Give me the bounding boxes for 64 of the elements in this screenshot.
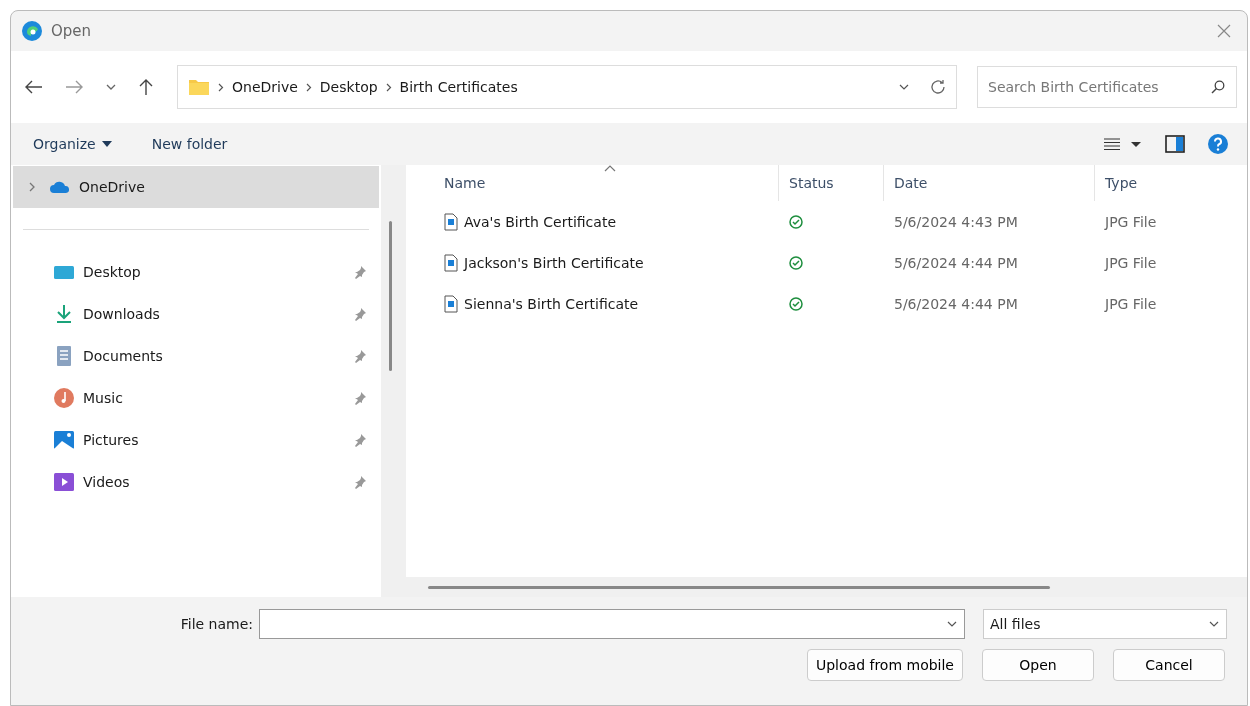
organize-button[interactable]: Organize — [25, 134, 120, 154]
sidebar-item[interactable]: Videos — [11, 461, 381, 503]
window-title: Open — [51, 22, 92, 40]
file-type-dropdown[interactable]: All files — [983, 609, 1227, 639]
desktop-icon — [53, 264, 75, 280]
pin-icon — [353, 265, 367, 279]
pin-icon — [353, 433, 367, 447]
search-icon — [1211, 80, 1225, 94]
preview-pane-icon[interactable] — [1165, 135, 1185, 153]
file-name-cell[interactable]: Jackson's Birth Certificate — [434, 253, 779, 272]
music-icon — [53, 388, 75, 408]
image-file-icon — [444, 253, 458, 272]
file-name-field[interactable] — [259, 609, 965, 639]
chevron-right-icon[interactable] — [27, 182, 37, 192]
file-name-cell[interactable]: Ava's Birth Certificate — [434, 212, 779, 231]
column-header[interactable]: Date — [884, 165, 1095, 201]
pin-icon — [353, 475, 367, 489]
file-name-label: File name: — [180, 616, 253, 632]
sidebar-item[interactable]: OneDrive — [13, 166, 379, 208]
refresh-icon[interactable] — [930, 79, 946, 95]
breadcrumb[interactable]: OneDrive — [232, 79, 298, 95]
date-cell-text: 5/6/2024 4:43 PM — [893, 213, 1019, 230]
type-cell-text: JPG File — [1103, 295, 1158, 312]
search-field[interactable]: Search Birth Certificates — [977, 66, 1237, 108]
file-name-cell[interactable]: Sienna's Birth Certificate — [434, 294, 779, 313]
chevron-right-icon — [218, 82, 224, 92]
chevron-right-icon — [385, 82, 392, 92]
dialog-button[interactable]: Upload from mobile — [806, 649, 963, 681]
scrollbar-thumb[interactable] — [428, 586, 1050, 589]
column-header[interactable]: Name — [434, 165, 779, 201]
help-icon[interactable] — [1207, 133, 1229, 155]
dialog-button[interactable]: Cancel — [1113, 649, 1225, 681]
breadcrumb[interactable]: Desktop — [319, 79, 378, 95]
pin-icon — [353, 349, 367, 363]
video-icon — [53, 472, 75, 492]
column-header[interactable]: Status — [779, 165, 884, 201]
column-header[interactable]: Type — [1095, 165, 1247, 201]
type-cell-text: JPG File — [1103, 213, 1158, 230]
pin-icon — [353, 307, 367, 321]
sidebar-item[interactable]: Music — [11, 377, 381, 419]
image-file-icon — [444, 294, 458, 313]
folder-icon — [188, 78, 210, 96]
sidebar-item[interactable]: Documents — [11, 335, 381, 377]
dialog-button[interactable]: Open — [982, 649, 1094, 681]
scrollbar-thumb[interactable] — [389, 221, 392, 371]
browser-logo-icon — [21, 20, 43, 42]
new-folder-button[interactable]: New folder — [143, 134, 236, 154]
sidebar-item[interactable]: Desktop — [11, 251, 381, 293]
type-cell-text: JPG File — [1103, 254, 1158, 271]
sort-up-icon — [604, 165, 616, 173]
date-cell-text: 5/6/2024 4:44 PM — [893, 254, 1019, 271]
sidebar-item[interactable]: Pictures — [11, 419, 381, 461]
pin-icon — [353, 391, 367, 405]
caret-down-icon — [101, 141, 112, 147]
breadcrumb[interactable]: Birth Certificates — [399, 79, 518, 95]
image-file-icon — [444, 212, 458, 231]
date-cell-text: 5/6/2024 4:44 PM — [893, 295, 1019, 312]
sidebar-item[interactable]: Downloads — [11, 293, 381, 335]
chevron-right-icon — [305, 82, 312, 92]
address-bar[interactable]: OneDrive Desktop Birth Certificates — [177, 65, 957, 109]
view-options-icon[interactable] — [1103, 137, 1143, 151]
pictures-icon — [53, 430, 75, 450]
close-icon — [1217, 24, 1231, 38]
cloud-icon — [49, 180, 71, 194]
